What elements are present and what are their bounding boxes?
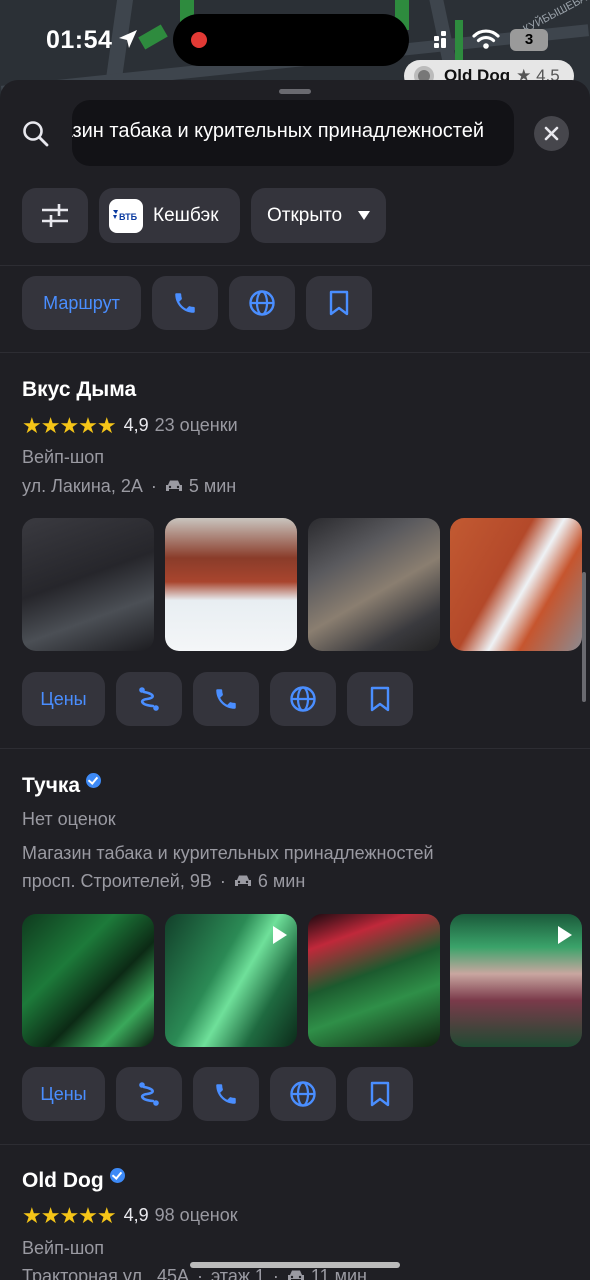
route-button[interactable]: Маршрут xyxy=(22,276,141,330)
call-button[interactable] xyxy=(152,276,218,330)
place-video[interactable] xyxy=(165,914,297,1047)
place-name[interactable]: Old Dog xyxy=(22,1168,125,1193)
phone-icon xyxy=(216,689,236,709)
place-no-rating: Нет оценок xyxy=(22,809,116,829)
verified-icon xyxy=(109,1168,125,1183)
bookmark-button[interactable] xyxy=(347,1067,413,1121)
play-icon xyxy=(558,926,572,944)
place-photo[interactable] xyxy=(165,518,297,651)
results-sheet: Магазин табака и курительных принадлежно… xyxy=(0,80,590,1280)
website-button[interactable] xyxy=(270,672,336,726)
car-icon xyxy=(287,1270,304,1280)
travel-time: 11 мин xyxy=(310,1266,367,1280)
dynamic-island xyxy=(173,14,409,66)
status-time: 01:54 xyxy=(46,26,113,54)
place-photo[interactable] xyxy=(308,518,440,651)
rating-stars: ★★★★★ xyxy=(22,1203,117,1228)
globe-icon xyxy=(290,686,316,712)
rating-count: 98 оценок xyxy=(154,1205,238,1225)
route-icon xyxy=(139,687,159,711)
place-floor: этаж 1 xyxy=(210,1266,265,1280)
call-button[interactable] xyxy=(193,672,259,726)
clear-search-button[interactable] xyxy=(534,116,569,151)
home-indicator[interactable] xyxy=(190,1262,400,1268)
place-video[interactable] xyxy=(450,914,582,1047)
route-icon xyxy=(139,1082,159,1106)
place-category: Вейп-шоп xyxy=(22,447,105,467)
bookmark-button[interactable] xyxy=(306,276,372,330)
battery-indicator: 3 xyxy=(510,29,548,51)
place-photo[interactable] xyxy=(308,914,440,1047)
place-category: Магазин табака и курительных принадлежно… xyxy=(22,843,434,863)
bookmark-button[interactable] xyxy=(347,672,413,726)
place-rating: ★★★★★ 4,9 23 оценки xyxy=(22,413,238,438)
signal-icon xyxy=(434,31,446,48)
place-address: ул. Лакина, 2А xyxy=(22,476,143,496)
website-button[interactable] xyxy=(229,276,295,330)
recording-dot-icon xyxy=(191,32,207,48)
travel-time: 5 мин xyxy=(188,476,237,496)
close-icon xyxy=(544,126,559,141)
place-photo[interactable] xyxy=(450,518,582,651)
globe-icon xyxy=(290,1081,316,1107)
bookmark-icon xyxy=(329,290,349,316)
travel-time: 6 мин xyxy=(257,871,306,891)
place-photo[interactable] xyxy=(22,914,154,1047)
bookmark-icon xyxy=(370,686,390,712)
sheet-grabber[interactable] xyxy=(279,89,311,94)
place-category: Вейп-шоп xyxy=(22,1238,105,1258)
place-photo[interactable] xyxy=(22,518,154,651)
vtb-logo-text: ВТБ xyxy=(119,212,138,222)
open-now-label: Открыто xyxy=(267,205,343,226)
place-name[interactable]: Вкус Дыма xyxy=(22,378,136,402)
divider xyxy=(0,352,590,353)
route-button[interactable] xyxy=(116,672,182,726)
call-button[interactable] xyxy=(193,1067,259,1121)
filter-settings-button[interactable] xyxy=(22,188,88,243)
phone-icon xyxy=(175,293,195,313)
route-button[interactable] xyxy=(116,1067,182,1121)
car-icon xyxy=(234,875,251,886)
chevron-down-icon xyxy=(358,211,370,220)
globe-icon xyxy=(249,290,275,316)
place-address: Тракторная ул., 45А xyxy=(22,1266,189,1280)
rating-count: 23 оценки xyxy=(154,415,238,435)
place-address-row: ул. Лакина, 2А · 5 мин xyxy=(22,476,237,496)
play-icon xyxy=(273,926,287,944)
rating-score: 4,9 xyxy=(123,1205,149,1225)
verified-icon xyxy=(86,773,102,788)
wifi-icon xyxy=(472,29,500,49)
location-arrow-icon xyxy=(119,30,137,48)
place-name[interactable]: Тучка xyxy=(22,773,102,798)
scroll-indicator[interactable] xyxy=(582,572,586,702)
website-button[interactable] xyxy=(270,1067,336,1121)
bookmark-icon xyxy=(370,1081,390,1107)
rating-stars: ★★★★★ xyxy=(22,413,117,438)
search-icon[interactable] xyxy=(22,120,50,148)
phone-icon xyxy=(216,1084,236,1104)
prices-button[interactable]: Цены xyxy=(22,1067,105,1121)
divider xyxy=(0,1144,590,1145)
vtb-logo-icon: ВТБ xyxy=(109,199,143,233)
search-input-value: Магазин табака и курительных принадлежно… xyxy=(72,120,484,142)
divider xyxy=(0,265,590,266)
prices-button[interactable]: Цены xyxy=(22,672,105,726)
car-icon xyxy=(165,480,182,491)
open-now-filter-chip[interactable]: Открыто xyxy=(251,188,386,243)
search-input[interactable]: Магазин табака и курительных принадлежно… xyxy=(72,100,514,166)
cashback-label: Кешбэк xyxy=(153,205,219,226)
cashback-filter-chip[interactable]: ВТБ Кешбэк xyxy=(99,188,240,243)
place-rating: ★★★★★ 4,9 98 оценок xyxy=(22,1203,238,1228)
place-address-row: просп. Строителей, 9В · 6 мин xyxy=(22,871,306,891)
place-address: просп. Строителей, 9В xyxy=(22,871,212,891)
rating-score: 4,9 xyxy=(123,415,149,435)
place-address-row: Тракторная ул., 45А · этаж 1 · 11 мин xyxy=(22,1266,367,1280)
divider xyxy=(0,748,590,749)
filter-icon xyxy=(42,204,68,227)
